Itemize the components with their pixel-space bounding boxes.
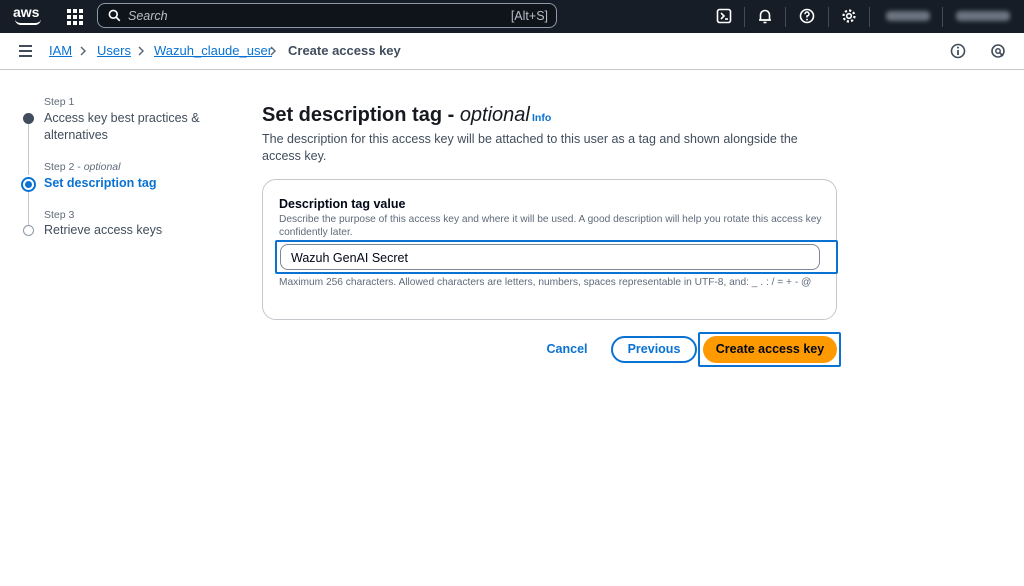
breadcrumb-current: Create access key: [288, 43, 401, 58]
step-complete-icon: [23, 113, 34, 124]
description-tag-label: Description tag value: [279, 197, 406, 211]
info-link[interactable]: Info: [532, 112, 551, 124]
step-active-icon: [21, 177, 36, 192]
step-1-title[interactable]: Access key best practices & alternatives: [44, 110, 204, 144]
step-2-title: Set description tag: [44, 176, 157, 190]
top-navigation: aws Search [Alt+S]: [0, 0, 1024, 33]
nav-divider: [942, 7, 943, 27]
menu-icon[interactable]: [19, 45, 32, 57]
step-3-title: Retrieve access keys: [44, 223, 163, 237]
user-account-menu[interactable]: [956, 11, 1010, 21]
create-access-key-button[interactable]: Create access key: [703, 336, 837, 363]
step-connector: [28, 124, 29, 175]
cloudshell-icon[interactable]: [716, 8, 732, 24]
chevron-right-icon: [138, 46, 145, 56]
description-tag-constraint: Maximum 256 characters. Allowed characte…: [279, 277, 812, 288]
nav-divider: [785, 7, 786, 27]
bell-icon[interactable]: [757, 8, 773, 24]
step-connector: [28, 190, 29, 228]
aws-logo-text: aws: [13, 4, 40, 20]
step-pending-icon: [23, 225, 34, 236]
nav-divider: [744, 7, 745, 27]
search-placeholder: Search: [128, 9, 168, 23]
cancel-button[interactable]: Cancel: [540, 337, 594, 362]
search-icon: [108, 9, 121, 22]
previous-button[interactable]: Previous: [611, 336, 697, 363]
gear-icon[interactable]: [841, 8, 857, 24]
nav-divider: [828, 7, 829, 27]
account-region-menu[interactable]: [886, 11, 930, 21]
breadcrumb-user[interactable]: Wazuh_claude_user: [154, 43, 272, 58]
description-tag-help: Describe the purpose of this access key …: [279, 214, 822, 238]
page-title: Set description tag - optional: [262, 104, 530, 126]
info-panel-icon[interactable]: [950, 43, 966, 59]
chevron-right-icon: [80, 46, 87, 56]
aws-smile-icon: [15, 19, 41, 25]
page-description: The description for this access key will…: [262, 132, 798, 163]
aws-logo[interactable]: aws: [13, 5, 43, 27]
step-2-optional: optional: [83, 161, 121, 173]
breadcrumb-users[interactable]: Users: [97, 43, 131, 58]
search-bar[interactable]: Search [Alt+S]: [97, 3, 557, 28]
step-1-label: Step 1: [44, 96, 75, 108]
search-shortcut: [Alt+S]: [510, 9, 548, 23]
breadcrumb-bar: IAM Users Wazuh_claude_user Create acces…: [0, 33, 1024, 70]
help-icon[interactable]: [799, 8, 815, 24]
nav-divider: [869, 7, 870, 27]
chevron-right-icon: [270, 46, 277, 56]
description-tag-input[interactable]: Wazuh GenAI Secret: [280, 244, 820, 270]
step-3-label: Step 3: [44, 209, 75, 221]
breadcrumb-iam[interactable]: IAM: [49, 43, 72, 58]
step-2-label: Step 2 -: [44, 161, 84, 173]
notifications-panel-icon[interactable]: [990, 43, 1006, 59]
services-grid-icon[interactable]: [67, 9, 83, 25]
